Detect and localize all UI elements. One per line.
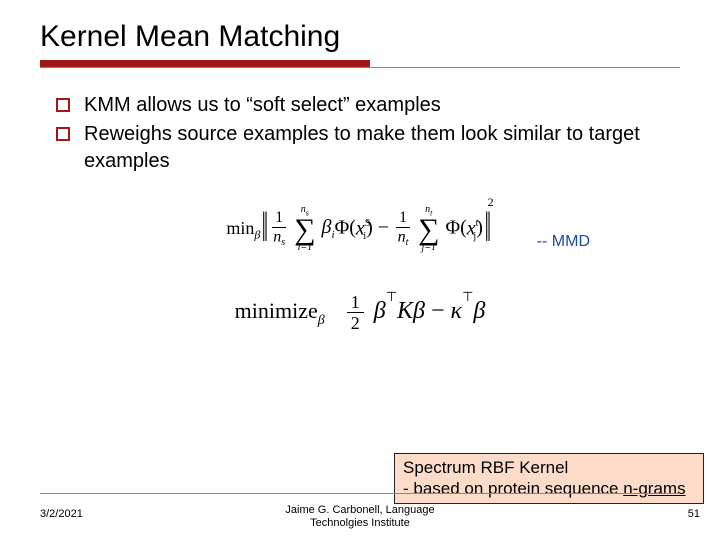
square-bullet-icon [56, 98, 70, 112]
square-bullet-icon [56, 127, 70, 141]
minus2: − [431, 298, 451, 324]
sub-i: i [363, 231, 366, 242]
bullet-item: Reweighs source examples to make them lo… [56, 121, 680, 175]
beta1: β [374, 298, 386, 324]
half-num: 1 [347, 293, 364, 313]
footer-center-l1: Jaime G. Carbonell, Language [285, 504, 434, 516]
underline-gray-line [40, 67, 680, 68]
half-den: 2 [347, 313, 364, 332]
kernel-line2: - based on protein sequence [403, 479, 623, 498]
squared: 2 [488, 195, 494, 209]
footer-page-number: 51 [688, 508, 700, 520]
min-sub: β [254, 227, 260, 241]
kappa: κ [451, 298, 463, 324]
transpose1: ⊤ [386, 289, 397, 304]
mmd-annotation: -- MMD [537, 233, 590, 251]
minimize-word: minimize [235, 298, 318, 323]
kernel-callout-box: Spectrum RBF Kernel - based on protein s… [394, 453, 704, 504]
slide: Kernel Mean Matching KMM allows us to “s… [0, 0, 720, 540]
phi1: Φ [335, 217, 350, 239]
footer-separator [40, 493, 680, 494]
frac1-den-n: n [273, 228, 281, 245]
minimize-sub: β [318, 313, 325, 328]
formula-minimize: minimizeβ 1 2 β⊤Kβ − κ⊤β [40, 293, 680, 332]
footer-center-l2: Technolgies Institute [310, 517, 410, 529]
frac2-den-n: n [398, 228, 406, 245]
beta-i: β [322, 216, 332, 238]
bullet-text: Reweighs source examples to make them lo… [84, 123, 640, 172]
title-underline [40, 60, 680, 70]
beta3: β [473, 298, 485, 324]
big-k: K [397, 298, 413, 324]
norm-close-icon: ‖ [485, 210, 491, 248]
sub-j: j [473, 231, 476, 242]
sigma-icon: ∑ [294, 217, 315, 243]
phi2: Φ [445, 217, 460, 239]
footer-attribution: Jaime G. Carbonell, Language Technolgies… [0, 504, 720, 530]
sigma-icon: ∑ [418, 217, 439, 243]
page-title: Kernel Mean Matching [40, 20, 680, 54]
minus1: − [378, 217, 394, 239]
bullet-item: KMM allows us to “soft select” examples [56, 92, 680, 119]
sup-s: S [365, 218, 371, 229]
norm-open-icon: ‖ [262, 210, 268, 248]
frac2-num: 1 [396, 210, 410, 228]
transpose2: ⊤ [462, 289, 473, 304]
frac1-den-sub: s [281, 237, 285, 248]
formula-mmd: minβ ‖ 1 ns ns ∑ i=1 βiΦ(xSi) − 1 nt nt … [40, 205, 680, 253]
sup-t: t [476, 218, 479, 229]
frac1-num: 1 [272, 210, 286, 228]
frac2-den-sub: t [406, 237, 409, 248]
beta2: β [413, 298, 425, 324]
kernel-ngrams: n-grams [623, 479, 685, 498]
bullet-text: KMM allows us to “soft select” examples [84, 94, 441, 116]
bullet-list: KMM allows us to “soft select” examples … [56, 92, 680, 175]
kernel-line1: Spectrum RBF Kernel [403, 458, 568, 477]
min-label: min [226, 218, 254, 238]
